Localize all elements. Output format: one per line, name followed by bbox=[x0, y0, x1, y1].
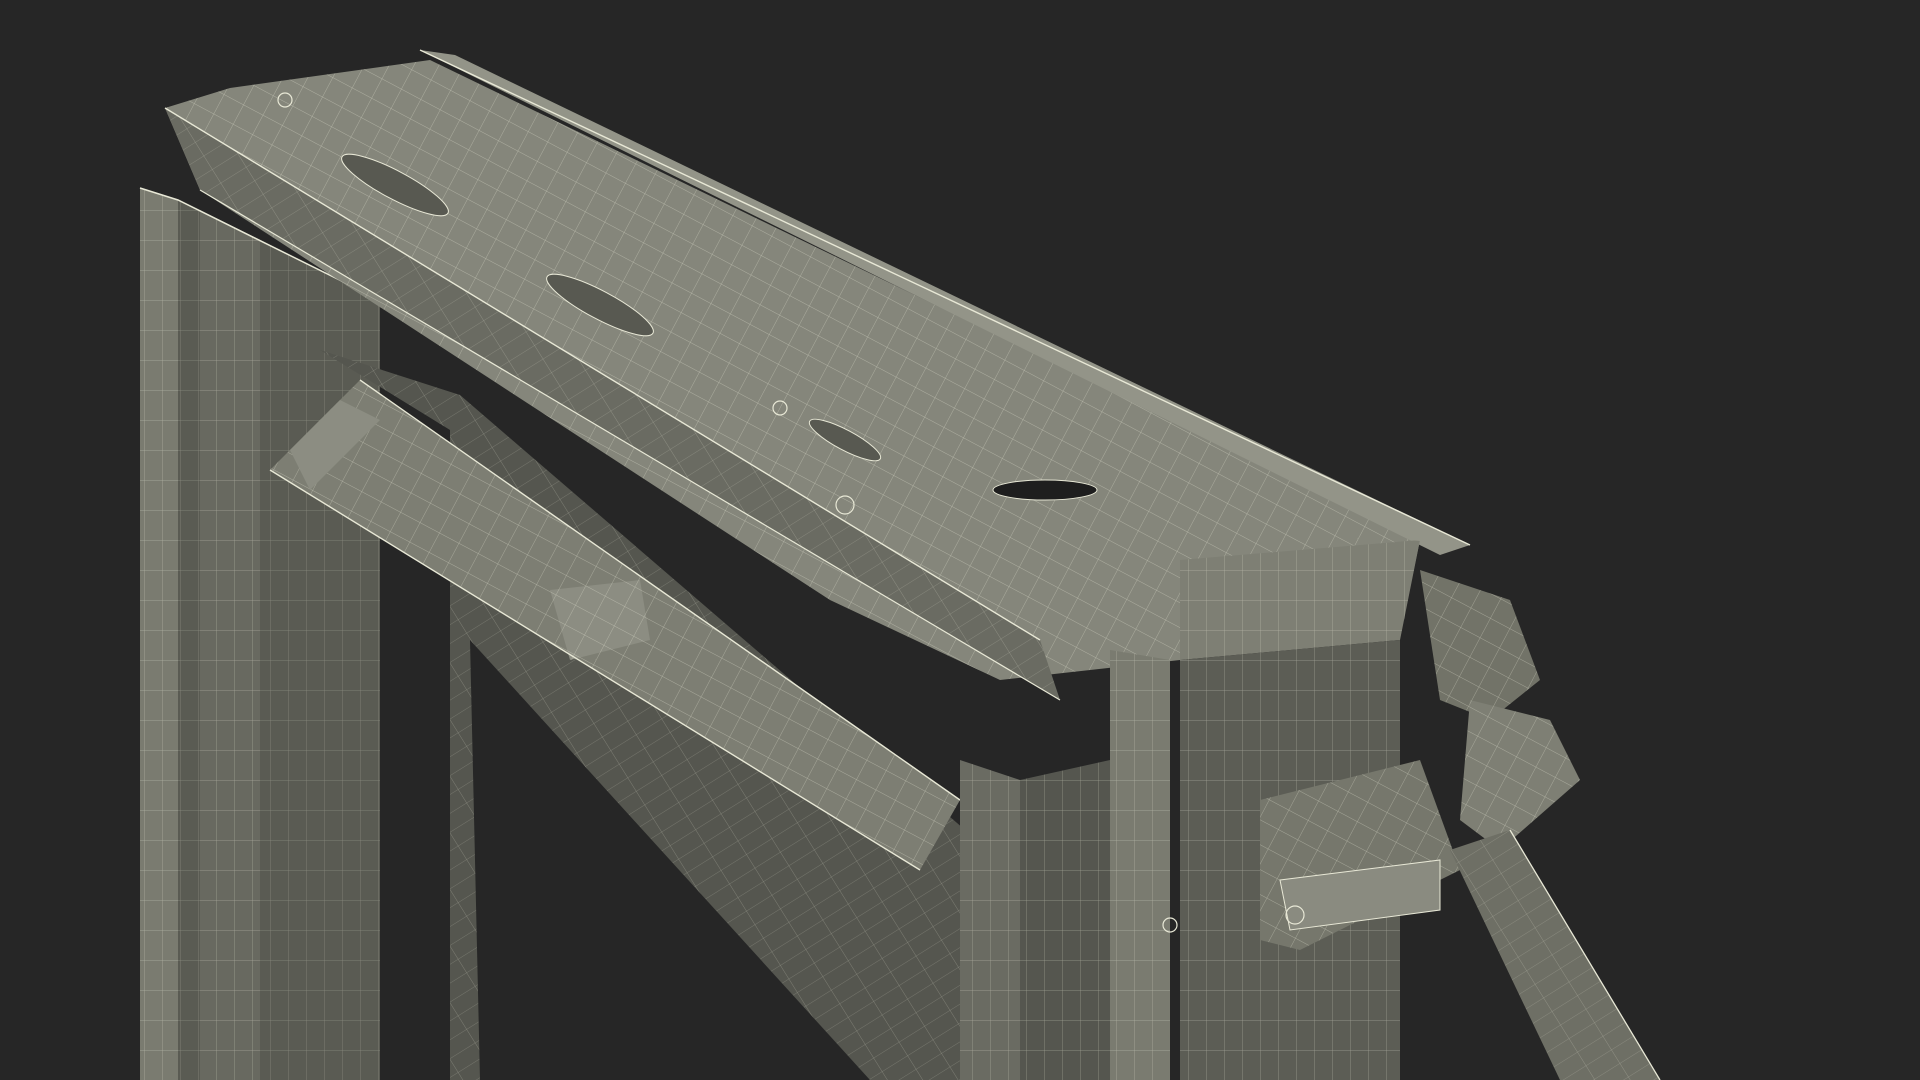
front-post bbox=[960, 650, 1178, 1080]
angled-leg bbox=[1450, 829, 1661, 1080]
3d-viewport bbox=[0, 0, 1920, 1080]
beam-slot-dark bbox=[992, 479, 1098, 501]
left-post bbox=[139, 187, 381, 1080]
